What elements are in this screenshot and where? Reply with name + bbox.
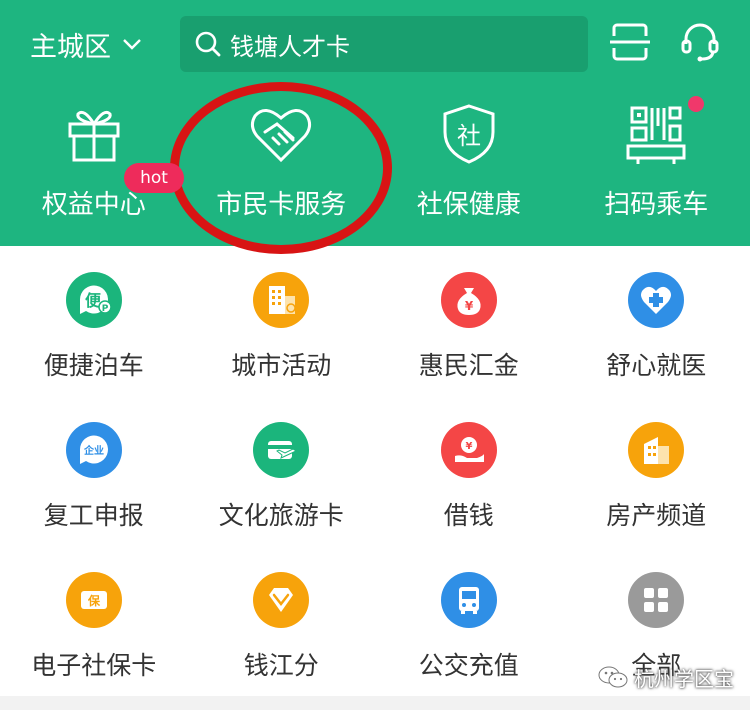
enterprise-icon: 企业 (65, 422, 122, 478)
header-bar: 主城区 钱塘人才卡 权益中心 市民卡服务 社 社保健康 扫码乘车 (0, 0, 750, 246)
district-label: 主城区 (30, 31, 111, 63)
grid-item-qianjiang-points[interactable]: 钱江分 (188, 546, 376, 696)
quick-item-scan-ride[interactable]: 扫码乘车 (563, 96, 750, 236)
grid-item-label: 复工申报 (43, 501, 144, 530)
wechat-icon (598, 666, 628, 688)
district-selector[interactable]: 主城区 (30, 22, 143, 66)
shield-icon: 社 (443, 104, 495, 164)
all-apps-icon (628, 572, 685, 628)
grid-item-label: 房产频道 (606, 501, 707, 530)
grid-item-medical[interactable]: 舒心就医 (563, 246, 750, 396)
svg-text:P: P (101, 304, 108, 314)
hot-badge: hot (124, 163, 184, 193)
service-grid: 便 P 便捷泊车 城市活动 ¥ 惠民汇金 舒心就医 企业 复工申报 文化旅游卡 … (0, 246, 750, 696)
grid-item-label: 电子社保卡 (31, 651, 157, 680)
svg-text:¥: ¥ (465, 441, 472, 452)
grid-item-label: 公交充值 (418, 651, 519, 680)
grid-item-real-estate[interactable]: 房产频道 (563, 396, 750, 546)
bus-icon (440, 572, 497, 628)
grid-item-label: 舒心就医 (606, 351, 707, 380)
watermark-text: 杭州学区宝 (634, 666, 734, 691)
gift-icon (68, 110, 120, 162)
social-card-glyph: 保 (87, 593, 101, 608)
diamond-icon (253, 572, 310, 628)
notification-dot (688, 96, 704, 112)
watermark: 杭州学区宝 (598, 662, 734, 692)
grid-item-bus-recharge[interactable]: 公交充值 (375, 546, 563, 696)
grid-item-culture-travel-card[interactable]: 文化旅游卡 (188, 396, 376, 546)
grid-item-e-social-card[interactable]: 保 电子社保卡 (0, 546, 188, 696)
search-placeholder: 钱塘人才卡 (230, 32, 350, 61)
chevron-down-icon (123, 39, 141, 50)
quick-item-label: 扫码乘车 (604, 190, 709, 220)
house-icon (628, 422, 685, 478)
search-input[interactable]: 钱塘人才卡 (180, 16, 588, 72)
grid-item-parking[interactable]: 便 P 便捷泊车 (0, 246, 188, 396)
qr-code-icon (626, 106, 686, 164)
parking-icon: 便 P (65, 272, 122, 328)
enterprise-glyph: 企业 (83, 444, 104, 457)
quick-actions: 权益中心 市民卡服务 社 社保健康 扫码乘车 (0, 96, 750, 236)
grid-item-label: 惠民汇金 (418, 351, 519, 380)
medical-icon (628, 272, 685, 328)
shield-glyph: 社 (457, 122, 481, 150)
building-icon (253, 272, 310, 328)
borrow-money-icon: ¥ (440, 422, 497, 478)
grid-item-label: 借钱 (443, 501, 494, 530)
quick-item-label: 社保健康 (416, 190, 521, 220)
quick-item-label: 市民卡服务 (216, 190, 347, 220)
handshake-heart-icon (251, 109, 312, 163)
money-bag-icon: ¥ (440, 272, 497, 328)
quick-item-social-health[interactable]: 社 社保健康 (375, 96, 563, 236)
customer-service-icon[interactable] (678, 20, 722, 64)
grid-item-label: 钱江分 (243, 651, 319, 680)
social-card-icon: 保 (65, 572, 122, 628)
grid-item-city-events[interactable]: 城市活动 (188, 246, 376, 396)
quick-item-citizen-card[interactable]: 市民卡服务 (188, 96, 376, 236)
grid-item-resume-work[interactable]: 企业 复工申报 (0, 396, 188, 546)
scan-icon[interactable] (608, 20, 652, 64)
grid-item-benefit-fund[interactable]: ¥ 惠民汇金 (375, 246, 563, 396)
search-icon (195, 31, 221, 57)
grid-item-borrow-money[interactable]: ¥ 借钱 (375, 396, 563, 546)
grid-item-label: 城市活动 (231, 351, 332, 380)
bottom-divider (0, 696, 750, 710)
grid-item-label: 便捷泊车 (43, 351, 144, 380)
svg-text:¥: ¥ (465, 299, 474, 313)
grid-item-label: 文化旅游卡 (218, 501, 344, 530)
travel-card-icon (253, 422, 310, 478)
